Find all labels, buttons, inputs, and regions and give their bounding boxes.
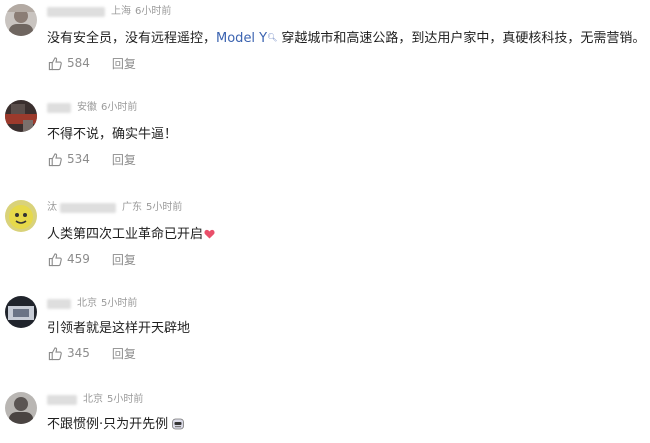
comment-actions: 584 回复 <box>48 54 136 72</box>
comment-text: 不得不说，确实牛逼！ <box>47 127 178 142</box>
reply-button[interactable]: 回复 <box>112 151 136 168</box>
like-count: 345 <box>67 346 90 360</box>
reply-button[interactable]: 回复 <box>112 251 136 268</box>
search-icon[interactable]: 🔍︎ <box>267 33 277 42</box>
comment-meta: 上海 6小时前 <box>47 5 171 19</box>
comment-text: 人类第四次工业革命已开启 <box>47 226 215 244</box>
thumbs-up-icon <box>48 252 62 266</box>
emoji-icon <box>172 418 185 429</box>
username-blurred[interactable] <box>47 395 77 405</box>
comment-actions: 345 回复 <box>48 344 136 362</box>
like-button[interactable]: 459 <box>48 252 90 267</box>
thumbs-up-icon <box>48 152 62 166</box>
like-button[interactable]: 534 <box>48 152 90 167</box>
location: 北京 <box>83 394 103 405</box>
comment-meta: 汰 广东 5小时前 <box>47 201 182 215</box>
avatar[interactable] <box>5 100 37 132</box>
avatar[interactable] <box>5 392 37 424</box>
reply-button[interactable]: 回复 <box>112 55 136 72</box>
timestamp: 6小时前 <box>135 6 172 17</box>
reply-button[interactable]: 回复 <box>112 345 136 362</box>
comment-text: 不跟惯例·只为开先例 <box>47 416 185 434</box>
username-blurred[interactable] <box>47 103 71 113</box>
username-initial[interactable]: 汰 <box>47 201 57 215</box>
comment-text: 没有安全员，没有远程遥控，Model Y🔍︎ 穿越城市和高速公路，到达用户家中，… <box>47 30 645 48</box>
location: 安徽 <box>77 102 97 113</box>
topic-link[interactable]: Model Y <box>216 31 267 46</box>
comment-meta: 北京 5小时前 <box>47 393 143 407</box>
location: 广东 <box>122 202 142 213</box>
username-blurred[interactable] <box>47 7 105 17</box>
comment-text-part: 没有安全员，没有远程遥控， <box>47 31 217 46</box>
like-count: 459 <box>67 252 90 266</box>
comment-text-part: 人类第四次工业革命已开启 <box>47 227 204 242</box>
comment-meta: 安徽 6小时前 <box>47 101 137 115</box>
heart-emoji-icon <box>204 229 215 239</box>
thumbs-up-icon <box>48 346 62 360</box>
comment-meta: 北京 5小时前 <box>47 297 137 311</box>
like-button[interactable]: 584 <box>48 56 90 71</box>
timestamp: 5小时前 <box>101 298 138 309</box>
like-button[interactable]: 345 <box>48 346 90 361</box>
like-count: 534 <box>67 152 90 166</box>
timestamp: 5小时前 <box>107 394 144 405</box>
avatar[interactable] <box>5 200 37 232</box>
comment-text-part: 不跟惯例·只为开先例 <box>47 417 169 432</box>
location: 北京 <box>77 298 97 309</box>
comment-actions: 459 回复 <box>48 250 136 268</box>
comment-actions: 534 回复 <box>48 150 136 168</box>
comment-text: 引领者就是这样开天辟地 <box>47 321 191 336</box>
username-blurred[interactable] <box>60 203 116 213</box>
comment-text-part: 穿越城市和高速公路，到达用户家中，真硬核科技，无需营销。 <box>277 31 646 46</box>
like-count: 584 <box>67 56 90 70</box>
thumbs-up-icon <box>48 56 62 70</box>
avatar[interactable] <box>5 4 37 36</box>
timestamp: 5小时前 <box>146 202 183 213</box>
avatar[interactable] <box>5 296 37 328</box>
timestamp: 6小时前 <box>101 102 138 113</box>
username-blurred[interactable] <box>47 299 71 309</box>
location: 上海 <box>111 6 131 17</box>
